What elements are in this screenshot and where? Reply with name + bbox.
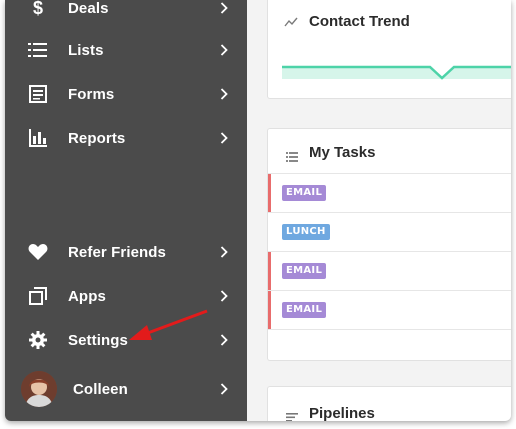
- sidebar-user[interactable]: Colleen: [5, 367, 247, 411]
- task-type-badge: EMAIL: [282, 185, 327, 201]
- sidebar-item-forms[interactable]: Forms: [5, 72, 247, 116]
- user-name: Colleen: [73, 380, 128, 398]
- annotation-arrow: [129, 309, 208, 340]
- overdue-bar: [268, 291, 271, 329]
- sidebar-item-label: Apps: [68, 287, 106, 305]
- chevron-right-icon: [218, 382, 230, 396]
- task-row[interactable]: EMAIL: [268, 291, 511, 330]
- sidebar-item-label: Reports: [68, 129, 126, 147]
- task-row[interactable]: LUNCH: [268, 213, 511, 252]
- card-title: My Tasks: [309, 144, 376, 161]
- gear-icon: [27, 329, 49, 351]
- sidebar-item-refer-friends[interactable]: Refer Friends: [5, 230, 247, 274]
- contact-trend-sparkline: [282, 65, 511, 80]
- chevron-right-icon: [218, 1, 230, 15]
- trend-line-icon: [284, 14, 298, 32]
- bar-chart-icon: [27, 127, 49, 149]
- my-tasks-card: My Tasks EMAIL LUNCH EMAIL EMAIL: [267, 128, 511, 361]
- form-icon: [27, 83, 49, 105]
- avatar: [21, 371, 57, 407]
- apps-icon: [27, 285, 49, 307]
- contact-trend-card: Contact Trend: [267, 0, 511, 99]
- sidebar: $ Deals Lists Forms Reports Refer Friend…: [5, 0, 247, 421]
- sidebar-item-deals[interactable]: $ Deals: [5, 0, 247, 30]
- card-title: Pipelines: [309, 405, 375, 421]
- overdue-bar: [268, 252, 271, 290]
- task-row[interactable]: EMAIL: [268, 174, 511, 213]
- card-title: Contact Trend: [309, 13, 410, 30]
- task-type-badge: EMAIL: [282, 302, 327, 318]
- task-type-badge: LUNCH: [282, 224, 330, 240]
- sidebar-item-label: Settings: [68, 331, 128, 349]
- task-list: EMAIL LUNCH EMAIL EMAIL: [268, 173, 511, 330]
- pipeline-icon: [286, 409, 298, 421]
- chevron-right-icon: [218, 289, 230, 303]
- app-window: $ Deals Lists Forms Reports Refer Friend…: [5, 0, 511, 421]
- task-row[interactable]: EMAIL: [268, 252, 511, 291]
- dollar-icon: $: [32, 0, 43, 18]
- pipelines-card: Pipelines: [267, 386, 511, 421]
- task-type-badge: EMAIL: [282, 263, 327, 279]
- overdue-bar: [268, 174, 271, 212]
- sidebar-item-label: Forms: [68, 85, 115, 103]
- sidebar-item-label: Lists: [68, 41, 104, 59]
- sidebar-item-label: Refer Friends: [68, 243, 166, 261]
- heart-icon: [27, 241, 49, 263]
- chevron-right-icon: [218, 333, 230, 347]
- dashboard-main: Contact Trend My Tasks EMAIL LUNCH EMAIL…: [247, 0, 511, 421]
- chevron-right-icon: [218, 131, 230, 145]
- sidebar-item-label: Deals: [68, 0, 109, 17]
- list-icon: [27, 39, 49, 61]
- chevron-right-icon: [218, 87, 230, 101]
- chevron-right-icon: [218, 43, 230, 57]
- task-list-icon: [286, 149, 298, 167]
- sidebar-item-lists[interactable]: Lists: [5, 28, 247, 72]
- chevron-right-icon: [218, 245, 230, 259]
- sidebar-item-reports[interactable]: Reports: [5, 116, 247, 160]
